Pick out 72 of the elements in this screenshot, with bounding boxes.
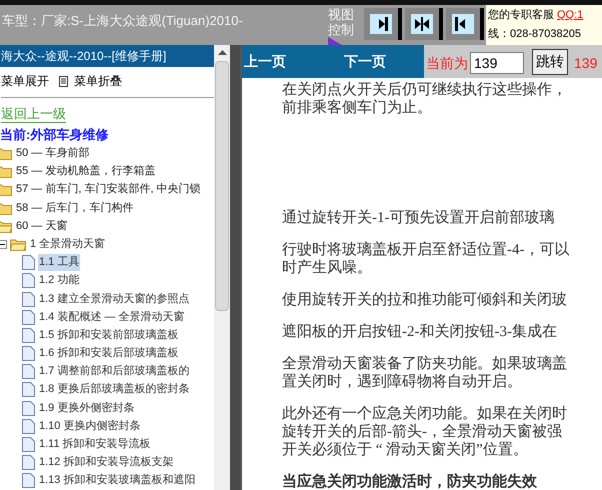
paragraph: 全景滑动天窗装备了防夹功能。如果玻璃盖 置关闭时，遇到障碍物将自动开启。 xyxy=(282,355,568,391)
collapse-toggle-icon[interactable] xyxy=(0,240,7,249)
phone-number: 线：028-87038205 xyxy=(488,27,582,42)
menu-expand-button[interactable]: 菜单展开 xyxy=(1,72,49,90)
bold-paragraph: 当应急关闭功能激活时，防夹功能失效 xyxy=(282,473,538,490)
paragraph: 在关闭点火开关后仍可继续执行这些操作， 前排乘客侧车门为止。 xyxy=(282,81,568,117)
tree-item[interactable]: 1.10 更换内侧密封条 xyxy=(38,418,142,435)
paragraph: 行驶时将玻璃盖板开启至舒适位置-4-，可以 时产生风噪。 xyxy=(282,241,570,277)
scroll-thumb[interactable] xyxy=(215,61,229,311)
document-icon xyxy=(22,364,35,380)
car-model-label: 车型：厂家:S-上海大众途观(Tiguan)2010- xyxy=(2,12,244,30)
right-arrow-bar-icon xyxy=(370,14,392,34)
document-icon xyxy=(22,273,35,288)
tree-item[interactable]: 1.13 拆卸和安装玻璃盖板和遮阳 xyxy=(38,472,196,490)
current-page-label: 当前为 xyxy=(426,54,468,73)
paragraph: 使用旋转开关的拉和推功能可倾斜和关闭玻 xyxy=(282,291,568,309)
tree-item[interactable]: 1.4 装配概述 — 全景滑动天窗 xyxy=(38,308,186,326)
document-icon xyxy=(22,455,35,470)
tree-item[interactable]: 1.12 拆卸和安装导流板支架 xyxy=(38,454,174,472)
next-page-link[interactable]: 下一页 xyxy=(344,51,424,72)
tree-item[interactable]: 1.1 工具 xyxy=(38,254,80,272)
scrollbar[interactable] xyxy=(214,45,230,490)
open-folder-icon xyxy=(0,220,12,233)
document-icon xyxy=(22,310,35,325)
page-number-input[interactable]: 139 xyxy=(470,52,524,74)
document-icon xyxy=(22,328,35,343)
document-icon xyxy=(22,400,35,416)
menu-collapse-button[interactable]: 菜单折叠 xyxy=(74,72,122,90)
current-section-label: 当前:外部车身维修 xyxy=(0,126,110,144)
total-pages: 139 xyxy=(574,54,598,73)
document-lines-icon xyxy=(59,76,68,87)
paragraph: 此外还有一个应急关闭功能。如果在关闭时 旋转开关的后部-箭头-，全景滑动天窗被强 开关必须位于 “ 滑动天窗关闭”位置。 xyxy=(282,405,568,459)
tree-item[interactable]: 1.2 功能 xyxy=(38,272,80,290)
document-icon xyxy=(22,346,35,362)
document-icon xyxy=(22,473,35,488)
tree-item[interactable]: 60 — 天窗 xyxy=(15,218,68,235)
document-icon xyxy=(22,255,35,270)
tree-item[interactable]: 55 — 发动机舱盖，行李箱盖 xyxy=(15,163,156,180)
sidebar-title: 海大众--途观--2010--[维修手册] xyxy=(1,48,166,65)
tree-item[interactable]: 1.3 建立全景滑动天窗的参照点 xyxy=(38,290,190,308)
tree-item[interactable]: 1.9 更换外侧密封条 xyxy=(38,400,136,417)
triangle-icon xyxy=(328,37,342,45)
tree-item[interactable]: 1.8 更换后部玻璃盖板的密封条 xyxy=(38,381,190,398)
previous-page-link[interactable]: 上一页 xyxy=(244,51,344,72)
view-toggle-button[interactable] xyxy=(364,8,402,40)
service-label: 您的专职客服 xyxy=(488,8,554,23)
folder-icon xyxy=(0,165,12,178)
qq-link[interactable]: QQ:1 xyxy=(557,5,584,25)
tree-item[interactable]: 58 — 后车门，车门构件 xyxy=(15,200,134,217)
go-button[interactable]: 跳转 xyxy=(532,48,568,74)
view-toggle-button[interactable] xyxy=(405,8,443,40)
view-control-label: 视图控制 xyxy=(328,7,355,37)
document-icon xyxy=(22,437,35,452)
tree-item[interactable]: 1.7 调整前部和后部玻璃盖板的 xyxy=(38,363,190,380)
open-folder-icon xyxy=(10,238,26,251)
tree-item[interactable]: 1.11 拆卸和安装导流板 xyxy=(38,436,152,454)
document-icon xyxy=(22,382,35,398)
tree-item[interactable]: 1.5 拆卸和安装前部玻璃盖板 xyxy=(38,326,180,344)
document-icon xyxy=(22,418,35,434)
paragraph: 遮阳板的开启按钮-2-和关闭按钮-3-集成在 xyxy=(282,323,558,341)
view-toggle-button[interactable] xyxy=(446,8,484,40)
tree-item[interactable]: 57 — 前车门, 车门安装部件, 中央门锁 xyxy=(15,181,202,198)
folder-icon xyxy=(0,202,12,215)
tree-item[interactable]: 1.6 拆卸和安装后部玻璃盖板 xyxy=(38,345,180,362)
folder-icon xyxy=(0,183,12,196)
tree-item[interactable]: 1 全景滑动天窗 xyxy=(29,236,106,253)
tree-item[interactable]: 50 — 车身前部 xyxy=(15,145,90,162)
document-icon xyxy=(22,292,35,307)
center-arrow-bar-icon xyxy=(411,14,433,34)
paragraph: 通过旋转开关-1-可预先设置开启前部玻璃 xyxy=(282,209,556,227)
folder-icon xyxy=(0,147,12,160)
left-arrow-bar-icon xyxy=(452,14,474,34)
